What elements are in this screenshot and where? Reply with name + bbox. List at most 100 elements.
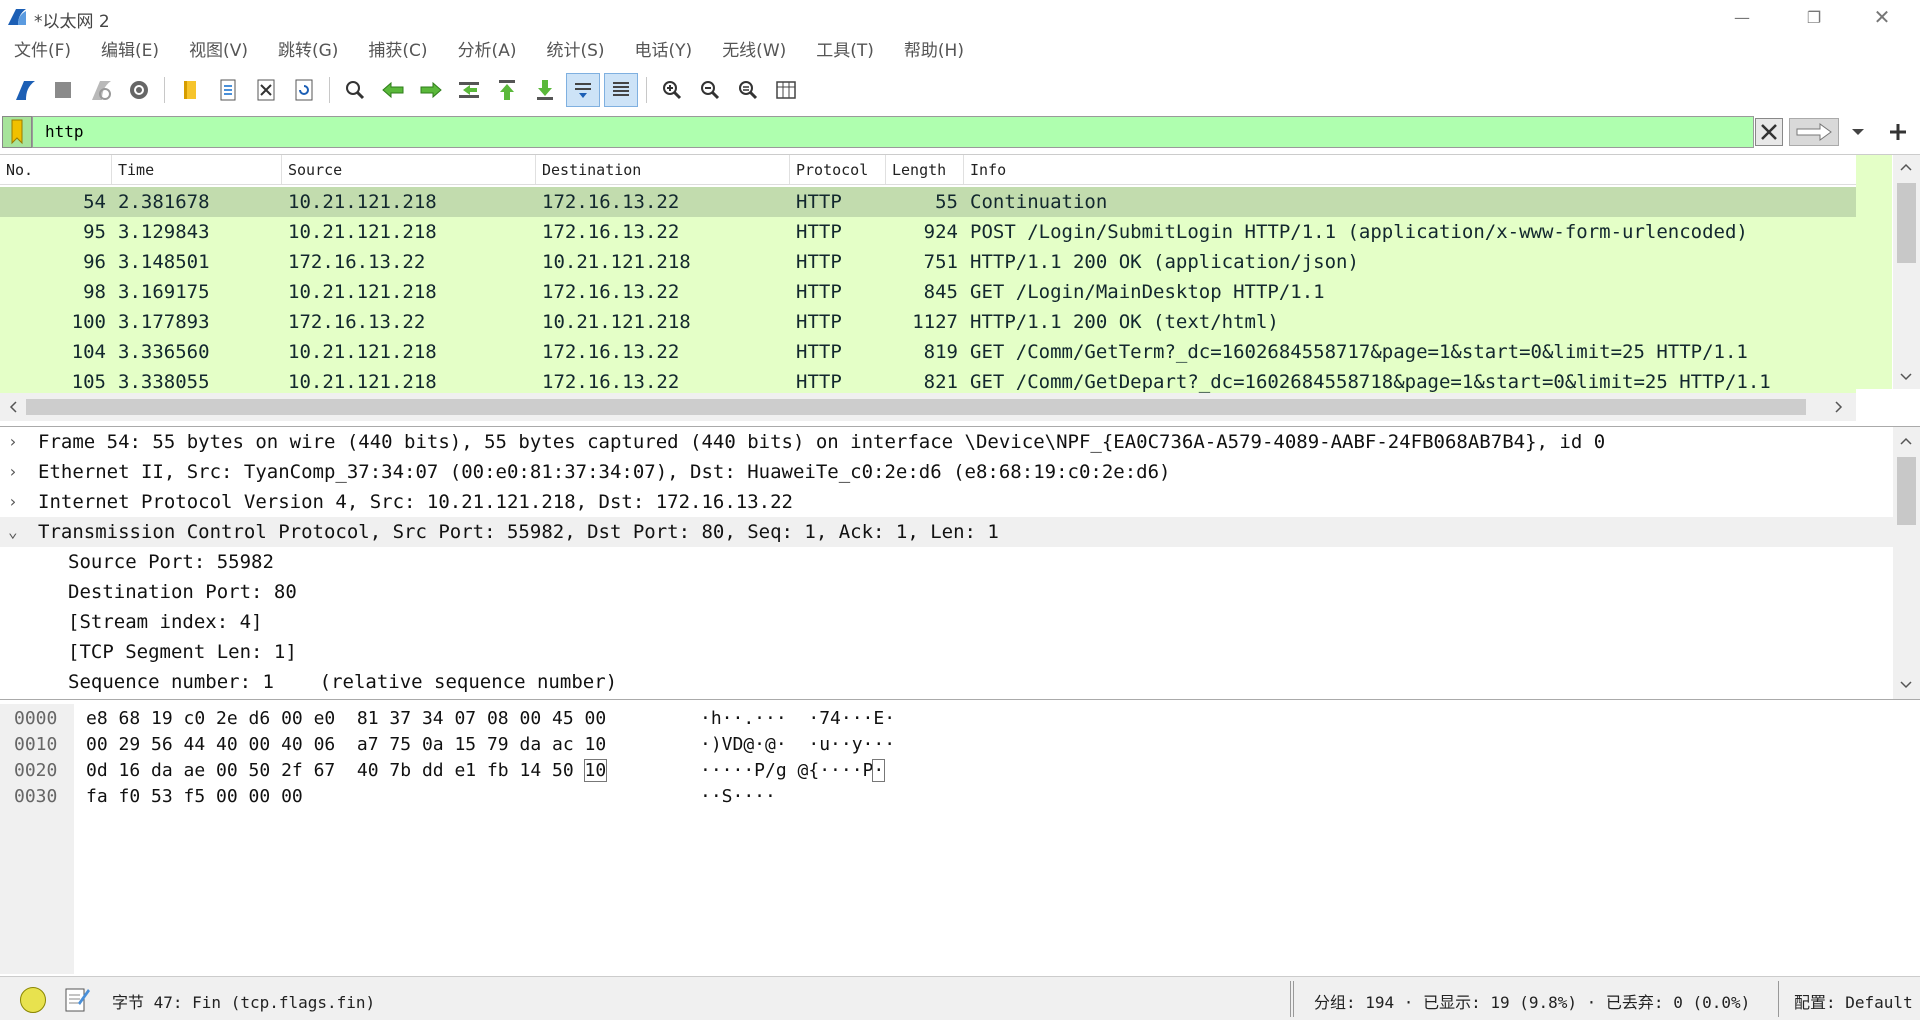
stop-capture-icon[interactable]	[46, 73, 80, 107]
packet-source: 10.21.121.218	[288, 221, 437, 243]
zoom-in-icon[interactable]	[655, 73, 689, 107]
go-first-icon[interactable]	[490, 73, 524, 107]
go-forward-icon[interactable]	[414, 73, 448, 107]
scroll-down-icon[interactable]	[1895, 675, 1917, 695]
packet-row[interactable]: 100 3.177893 172.16.13.22 10.21.121.218 …	[0, 307, 1856, 337]
clear-filter-icon[interactable]	[1755, 118, 1783, 146]
packet-list-horizontal-scrollbar[interactable]	[0, 393, 1856, 421]
ascii-bytes[interactable]: ·)VD@·@· ·u··y···	[700, 732, 895, 758]
scroll-up-icon[interactable]	[1895, 157, 1917, 177]
go-last-icon[interactable]	[528, 73, 562, 107]
detail-tree-child[interactable]: Sequence number: 1 (relative sequence nu…	[0, 667, 1920, 697]
column-header-protocol[interactable]: Protocol	[790, 155, 886, 184]
detail-tree-child[interactable]: [TCP Segment Len: 1]	[0, 637, 1920, 667]
hex-bytes[interactable]: e8 68 19 c0 2e d6 00 e0 81 37 34 07 08 0…	[86, 706, 606, 732]
packet-source: 10.21.121.218	[288, 341, 437, 363]
scroll-right-icon[interactable]	[1830, 397, 1848, 417]
packet-row[interactable]: 104 3.336560 10.21.121.218 172.16.13.22 …	[0, 337, 1856, 367]
expert-info-indicator-icon[interactable]	[20, 987, 46, 1013]
chevron-right-icon[interactable]: ›	[8, 457, 26, 487]
details-vertical-scrollbar[interactable]	[1893, 427, 1920, 699]
zoom-out-icon[interactable]	[693, 73, 727, 107]
selected-ascii-byte[interactable]: ·	[872, 759, 886, 782]
restart-capture-icon[interactable]	[84, 73, 118, 107]
close-button[interactable]: ✕	[1852, 0, 1912, 34]
detail-tree-item[interactable]: › Frame 54: 55 bytes on wire (440 bits),…	[0, 427, 1920, 457]
detail-text: Source Port: 55982	[68, 551, 274, 573]
packet-list-vertical-scrollbar[interactable]	[1893, 155, 1920, 389]
go-back-icon[interactable]	[376, 73, 410, 107]
apply-filter-icon[interactable]	[1789, 118, 1839, 146]
menu-wireless[interactable]: 无线(W)	[722, 36, 786, 66]
scroll-left-icon[interactable]	[4, 397, 22, 417]
chevron-down-icon[interactable]: ⌄	[8, 517, 26, 547]
detail-tree-item[interactable]: › Ethernet II, Src: TyanComp_37:34:07 (0…	[0, 457, 1920, 487]
packet-row[interactable]: 54 2.381678 10.21.121.218 172.16.13.22 H…	[0, 187, 1856, 217]
display-filter-input[interactable]: http	[32, 116, 1754, 148]
hex-bytes[interactable]: 00 29 56 44 40 00 40 06 a7 75 0a 15 79 d…	[86, 732, 606, 758]
packet-row[interactable]: 95 3.129843 10.21.121.218 172.16.13.22 H…	[0, 217, 1856, 247]
resize-columns-icon[interactable]	[769, 73, 803, 107]
close-file-icon[interactable]	[249, 73, 283, 107]
go-to-packet-icon[interactable]	[452, 73, 486, 107]
scroll-up-icon[interactable]	[1895, 431, 1917, 451]
packet-list-minimap[interactable]	[1856, 155, 1892, 389]
packet-row[interactable]: 98 3.169175 10.21.121.218 172.16.13.22 H…	[0, 277, 1856, 307]
ascii-bytes[interactable]: ·h··.··· ·74···E·	[700, 706, 895, 732]
scrollbar-thumb[interactable]	[26, 399, 1806, 415]
menu-analyze[interactable]: 分析(A)	[458, 36, 517, 66]
autoscroll-icon[interactable]	[566, 73, 600, 107]
column-header-no[interactable]: No.	[0, 155, 112, 184]
menu-edit[interactable]: 编辑(E)	[101, 36, 159, 66]
start-capture-icon[interactable]	[8, 73, 42, 107]
column-header-source[interactable]: Source	[282, 155, 536, 184]
chevron-down-icon[interactable]	[1843, 118, 1873, 146]
menu-telephony[interactable]: 电话(Y)	[635, 36, 693, 66]
reload-file-icon[interactable]	[287, 73, 321, 107]
column-header-destination[interactable]: Destination	[536, 155, 790, 184]
detail-tree-child[interactable]: Destination Port: 80	[0, 577, 1920, 607]
column-header-info[interactable]: Info	[964, 155, 1856, 184]
chevron-right-icon[interactable]: ›	[8, 427, 26, 457]
status-divider[interactable]	[1290, 981, 1294, 1017]
status-profile[interactable]: 配置: Default	[1794, 989, 1913, 1013]
menu-help[interactable]: 帮助(H)	[904, 36, 964, 66]
packet-list-header: No. Time Source Destination Protocol Len…	[0, 155, 1856, 185]
selected-byte[interactable]: 10	[583, 759, 608, 782]
find-packet-icon[interactable]	[338, 73, 372, 107]
bookmark-icon[interactable]	[2, 116, 32, 148]
chevron-right-icon[interactable]: ›	[8, 487, 26, 517]
packet-length: 55	[935, 191, 958, 213]
colorize-icon[interactable]	[604, 73, 638, 107]
capture-options-icon[interactable]	[122, 73, 156, 107]
restore-button[interactable]: ❐	[1784, 0, 1844, 34]
hex-bytes[interactable]: 0d 16 da ae 00 50 2f 67 40 7b dd e1 fb 1…	[86, 758, 608, 784]
scrollbar-thumb[interactable]	[1897, 183, 1916, 263]
menu-statistics[interactable]: 统计(S)	[546, 36, 604, 66]
open-file-icon[interactable]	[173, 73, 207, 107]
detail-tree-item[interactable]: › Internet Protocol Version 4, Src: 10.2…	[0, 487, 1920, 517]
packet-info: HTTP/1.1 200 OK (application/json)	[970, 251, 1359, 273]
menu-view[interactable]: 视图(V)	[189, 36, 248, 66]
column-header-length[interactable]: Length	[886, 155, 964, 184]
hex-bytes[interactable]: fa f0 53 f5 00 00 00	[86, 784, 303, 810]
zoom-normal-icon[interactable]	[731, 73, 765, 107]
minimize-button[interactable]: —	[1712, 0, 1772, 34]
menu-capture[interactable]: 捕获(C)	[368, 36, 427, 66]
detail-tree-child[interactable]: [Stream index: 4]	[0, 607, 1920, 637]
menu-go[interactable]: 跳转(G)	[278, 36, 338, 66]
menu-tools[interactable]: 工具(T)	[816, 36, 874, 66]
scrollbar-thumb[interactable]	[1897, 457, 1916, 525]
add-filter-button-icon[interactable]	[1880, 118, 1916, 146]
detail-tree-item[interactable]: ⌄ Transmission Control Protocol, Src Por…	[0, 517, 1920, 547]
packet-row[interactable]: 96 3.148501 172.16.13.22 10.21.121.218 H…	[0, 247, 1856, 277]
ascii-bytes[interactable]: ·····P/g @{····P·	[700, 758, 886, 784]
column-header-time[interactable]: Time	[112, 155, 282, 184]
save-file-icon[interactable]	[211, 73, 245, 107]
detail-tree-child[interactable]: Source Port: 55982	[0, 547, 1920, 577]
menu-file[interactable]: 文件(F)	[14, 36, 71, 66]
scroll-down-icon[interactable]	[1895, 367, 1917, 387]
edit-comment-icon[interactable]	[64, 985, 90, 1013]
detail-text: Frame 54: 55 bytes on wire (440 bits), 5…	[38, 431, 1606, 453]
ascii-bytes[interactable]: ··S····	[700, 784, 776, 810]
